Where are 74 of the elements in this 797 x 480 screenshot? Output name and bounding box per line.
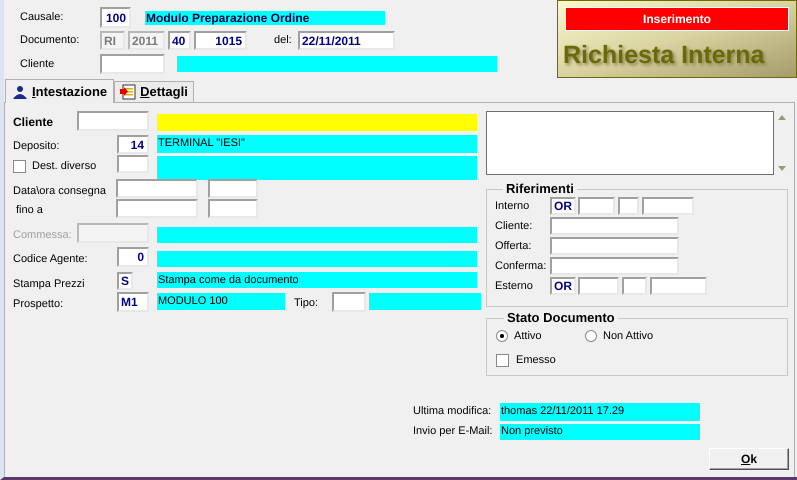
radio-label[interactable]: Attivo: [514, 328, 542, 344]
description-field: MODULO 100: [157, 293, 285, 310]
input-field[interactable]: [116, 199, 198, 218]
field-label: Data\ora consegna: [13, 184, 107, 199]
description-field: Stampa come da documento: [157, 272, 477, 288]
notes-field[interactable]: [486, 111, 774, 175]
input-field[interactable]: [622, 277, 647, 295]
field-label: Cliente: [13, 114, 54, 131]
input-field[interactable]: 0: [117, 247, 149, 267]
input-field[interactable]: [117, 155, 149, 173]
description-field: TERMINAL "IESI": [157, 135, 477, 153]
input-field[interactable]: [100, 54, 165, 74]
description-field: thomas 22/11/2011 17.29: [500, 402, 700, 420]
ok-button[interactable]: Ok: [709, 448, 789, 470]
field-label: Deposito:: [13, 139, 60, 154]
field-label: Cliente: [19, 56, 56, 72]
input-field[interactable]: 22/11/2011: [298, 31, 395, 50]
input-field[interactable]: [578, 277, 619, 295]
field-label: del:: [274, 33, 293, 48]
input-field[interactable]: [550, 257, 679, 275]
input-field[interactable]: [618, 197, 639, 215]
checkbox[interactable]: [13, 160, 26, 173]
radio-button[interactable]: [585, 330, 597, 342]
field-label: Stampa Prezzi: [13, 277, 86, 292]
description-field: Non previsto: [500, 424, 700, 440]
field-label: Ultima modifica:: [413, 404, 492, 420]
field-label: Prospetto:: [13, 297, 64, 312]
input-field[interactable]: 40: [168, 31, 191, 50]
field-label: Causale:: [19, 10, 64, 26]
tab[interactable]: Dettagli: [114, 81, 194, 102]
tab[interactable]: Intestazione: [5, 79, 114, 103]
field-label: Interno: [495, 198, 530, 214]
checkbox[interactable]: [496, 354, 509, 367]
input-field[interactable]: [650, 277, 707, 295]
input-field[interactable]: [116, 179, 198, 198]
description-field: Modulo Preparazione Ordine: [145, 10, 385, 24]
field-label: Dest. diverso: [32, 159, 96, 174]
input-field[interactable]: M1: [117, 292, 149, 312]
input-field[interactable]: [208, 199, 258, 218]
person-icon: [12, 84, 28, 98]
input-field[interactable]: [332, 292, 366, 312]
field-label: Codice Agente:: [13, 252, 89, 267]
field-label: Cliente:: [495, 218, 534, 234]
field-label: Commessa:: [13, 228, 73, 243]
field-label: Esterno: [495, 278, 534, 294]
radio-label[interactable]: Non Attivo: [603, 328, 654, 344]
input-field[interactable]: OR: [550, 197, 576, 215]
field-label: Documento:: [19, 33, 80, 48]
field-label: Emesso: [516, 353, 556, 368]
group-title: Riferimenti: [505, 182, 575, 196]
field-label: fino a: [15, 203, 44, 218]
mode-banner: Inserimento: [565, 7, 789, 31]
radio-button[interactable]: [496, 330, 508, 342]
scroll-down-icon[interactable]: [778, 166, 786, 171]
input-field[interactable]: OR: [550, 277, 576, 295]
field-label: Conferma:: [495, 258, 548, 274]
input-field[interactable]: [208, 179, 258, 198]
input-field[interactable]: S: [117, 272, 133, 290]
input-field[interactable]: [642, 197, 694, 215]
input-field[interactable]: [550, 217, 679, 235]
input-field[interactable]: [77, 223, 149, 243]
input-field[interactable]: [550, 237, 679, 255]
panel-title: Richiesta Interna: [563, 41, 766, 69]
scroll-up-icon[interactable]: [778, 115, 786, 120]
input-field[interactable]: [578, 197, 615, 215]
document-icon: [120, 84, 136, 100]
input-field[interactable]: [77, 111, 149, 131]
field-label: Tipo:: [294, 296, 320, 311]
group-title: Stato Documento: [506, 311, 616, 325]
input-field[interactable]: 1015: [194, 31, 247, 50]
field-label: Invio per E-Mail:: [413, 424, 494, 440]
input-field[interactable]: 100: [100, 7, 131, 28]
input-field[interactable]: 14: [117, 135, 149, 154]
field-label: Offerta:: [495, 238, 532, 254]
